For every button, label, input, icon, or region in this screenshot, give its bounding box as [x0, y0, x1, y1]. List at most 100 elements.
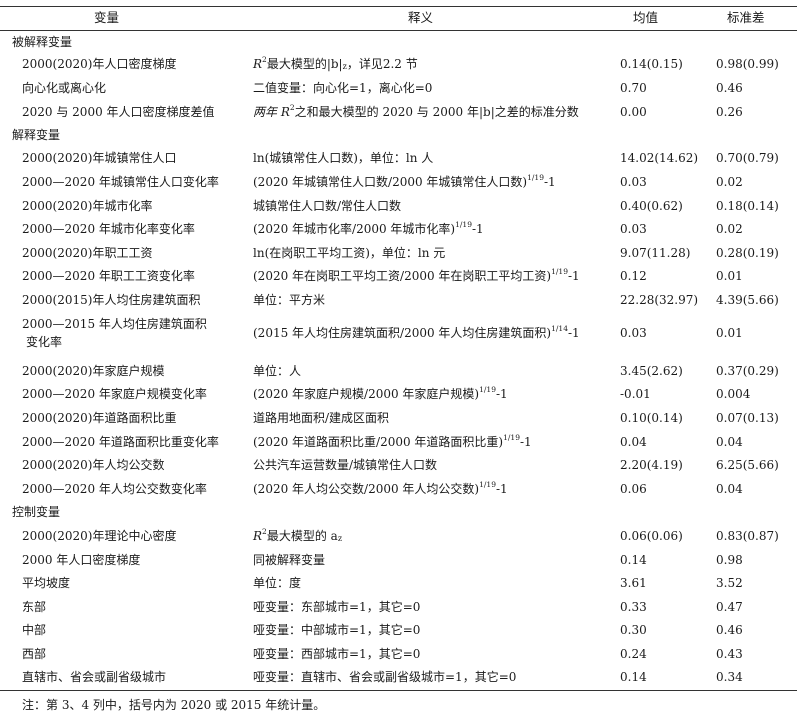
sd-value: 0.46 [716, 623, 743, 637]
sd-value: 0.28(0.19) [716, 246, 779, 260]
variable-name: 向心化或离心化 [22, 81, 107, 95]
variable-name: 2000—2020 年道路面积比重变化率 [22, 435, 219, 449]
mean-value: 0.04 [620, 435, 647, 449]
variable-definition: 道路用地面积/建成区面积 [253, 411, 390, 425]
top-rule [0, 6, 797, 7]
section-row: 被解释变量 [0, 31, 797, 53]
table-row: 西部 哑变量：西部城市=1，其它=0 0.24 0.43 [0, 643, 797, 665]
mean-value: 9.07(11.28) [620, 246, 691, 260]
section-label-dependent: 被解释变量 [12, 35, 73, 49]
sd-value: 0.26 [716, 105, 743, 119]
table-row: 2000(2020)年人口密度梯度 R2最大模型的|b|z，详见2.2 节 0.… [0, 53, 797, 75]
sd-value: 0.02 [716, 175, 743, 189]
table-note: 注：第 3、4 列中，括号内为 2020 或 2015 年统计量。 [22, 698, 326, 712]
table-row: 2020 与 2000 年人口密度梯度差值 两年 R2之和最大模型的 2020 … [0, 101, 797, 123]
variable-definition: (2020 年人均公交数/2000 年人均公交数)1/19-1 [253, 480, 508, 496]
sd-value: 0.02 [716, 222, 743, 236]
table-row: 2000—2020 年城镇常住人口变化率 (2020 年城镇常住人口数/2000… [0, 171, 797, 193]
table-row: 2000(2020)年理论中心密度 R2最大模型的 az 0.06(0.06) … [0, 525, 797, 547]
mean-value: 0.14 [620, 670, 647, 684]
sd-value: 0.43 [716, 647, 743, 661]
mean-value: 0.00 [620, 105, 647, 119]
sd-value: 0.07(0.13) [716, 411, 779, 425]
table-row: 平均坡度 单位：度 3.61 3.52 [0, 572, 797, 594]
sd-value: 0.34 [716, 670, 743, 684]
header-definition: 释义 [408, 10, 434, 25]
variable-name: 2000(2020)年理论中心密度 [22, 529, 177, 543]
variable-name: 直辖市、省会或副省级城市 [22, 670, 167, 684]
mean-value: 3.61 [620, 576, 647, 590]
variable-definition: 哑变量：东部城市=1，其它=0 [253, 600, 421, 614]
variable-name: 2000(2020)年城市化率 [22, 199, 153, 213]
variable-name: 2020 与 2000 年人口密度梯度差值 [22, 105, 215, 119]
variable-definition: R2最大模型的 az [253, 527, 343, 543]
table-row: 2000—2015 年人均住房建筑面积 变化率 (2015 年人均住房建筑面积/2… [0, 313, 797, 353]
variable-name: 中部 [22, 623, 47, 637]
header-sd: 标准差 [727, 10, 765, 25]
statistics-table: 变量 释义 均值 标准差 被解释变量 2000(2020)年人口密度梯度 R2最… [0, 0, 797, 718]
section-label-control: 控制变量 [12, 505, 61, 519]
variable-name: 2000(2020)年城镇常住人口 [22, 151, 177, 165]
sd-value: 0.04 [716, 435, 743, 449]
variable-definition: 哑变量：西部城市=1，其它=0 [253, 647, 421, 661]
mean-value: 0.12 [620, 269, 647, 283]
mean-value: -0.01 [620, 387, 651, 401]
sd-value: 0.83(0.87) [716, 529, 779, 543]
variable-definition: ln(城镇常住人口数)，单位：ln 人 [253, 151, 434, 165]
mean-value: 0.24 [620, 647, 647, 661]
sd-value: 0.70(0.79) [716, 151, 779, 165]
bottom-rule [0, 690, 797, 691]
variable-name: 2000—2015 年人均住房建筑面积 变化率 [22, 317, 207, 349]
variable-definition: 单位：人 [253, 364, 302, 378]
table-row: 中部 哑变量：中部城市=1，其它=0 0.30 0.46 [0, 619, 797, 641]
variable-definition: (2020 年家庭户规模/2000 年家庭户规模)1/19-1 [253, 385, 508, 401]
sd-value: 0.46 [716, 81, 743, 95]
mean-value: 0.06 [620, 482, 647, 496]
table-row: 2000—2020 年职工工资变化率 (2020 年在岗职工平均工资/2000 … [0, 265, 797, 287]
variable-definition: (2020 年在岗职工平均工资/2000 年在岗职工平均工资)1/19-1 [253, 267, 580, 283]
table-row: 直辖市、省会或副省级城市 哑变量：直辖市、省会或副省级城市=1，其它=0 0.1… [0, 666, 797, 688]
mean-value: 0.10(0.14) [620, 411, 683, 425]
header-variable: 变量 [94, 10, 120, 25]
sd-value: 0.47 [716, 600, 743, 614]
sd-value: 3.52 [716, 576, 743, 590]
section-row: 解释变量 [0, 124, 797, 146]
variable-name: 东部 [22, 600, 47, 614]
mean-value: 0.14(0.15) [620, 57, 683, 71]
section-label-explanatory: 解释变量 [12, 128, 61, 142]
variable-name: 平均坡度 [22, 576, 71, 590]
mean-value: 0.70 [620, 81, 647, 95]
table-row: 2000(2020)年道路面积比重 道路用地面积/建成区面积 0.10(0.14… [0, 407, 797, 429]
variable-name: 2000(2020)年家庭户规模 [22, 364, 165, 378]
variable-name: 2000—2020 年人均公交数变化率 [22, 482, 207, 496]
mean-value: 0.03 [620, 175, 647, 189]
variable-definition: 同被解释变量 [253, 553, 326, 567]
variable-definition: 哑变量：直辖市、省会或副省级城市=1，其它=0 [253, 670, 517, 684]
table-row: 2000—2020 年城市化率变化率 (2020 年城市化率/2000 年城市化… [0, 218, 797, 240]
table-row: 2000(2020)年城镇常住人口 ln(城镇常住人口数)，单位：ln 人 14… [0, 147, 797, 169]
variable-name: 2000—2020 年家庭户规模变化率 [22, 387, 207, 401]
variable-name: 2000(2015)年人均住房建筑面积 [22, 293, 201, 307]
sd-value: 0.98(0.99) [716, 57, 779, 71]
mean-value: 0.30 [620, 623, 647, 637]
table-row: 2000(2020)年人均公交数 公共汽车运营数量/城镇常住人口数 2.20(4… [0, 454, 797, 476]
table-row: 东部 哑变量：东部城市=1，其它=0 0.33 0.47 [0, 596, 797, 618]
mean-value: 0.14 [620, 553, 647, 567]
variable-name: 2000(2020)年道路面积比重 [22, 411, 177, 425]
variable-name: 2000—2020 年城镇常住人口变化率 [22, 175, 219, 189]
mean-value: 0.33 [620, 600, 647, 614]
mean-value: 0.03 [620, 326, 647, 340]
mean-value: 14.02(14.62) [620, 151, 699, 165]
sd-value: 0.18(0.14) [716, 199, 779, 213]
mean-value: 0.06(0.06) [620, 529, 683, 543]
table-row: 2000 年人口密度梯度 同被解释变量 0.14 0.98 [0, 549, 797, 571]
table-row: 2000—2020 年人均公交数变化率 (2020 年人均公交数/2000 年人… [0, 478, 797, 500]
variable-definition: 公共汽车运营数量/城镇常住人口数 [253, 458, 438, 472]
variable-definition: 单位：度 [253, 576, 302, 590]
variable-definition: 二值变量：向心化=1，离心化=0 [253, 81, 433, 95]
section-row: 控制变量 [0, 501, 797, 523]
variable-name: 2000 年人口密度梯度 [22, 553, 141, 567]
table-row: 2000—2020 年道路面积比重变化率 (2020 年道路面积比重/2000 … [0, 431, 797, 453]
mean-value: 0.03 [620, 222, 647, 236]
variable-definition: (2020 年城市化率/2000 年城市化率)1/19-1 [253, 220, 484, 236]
